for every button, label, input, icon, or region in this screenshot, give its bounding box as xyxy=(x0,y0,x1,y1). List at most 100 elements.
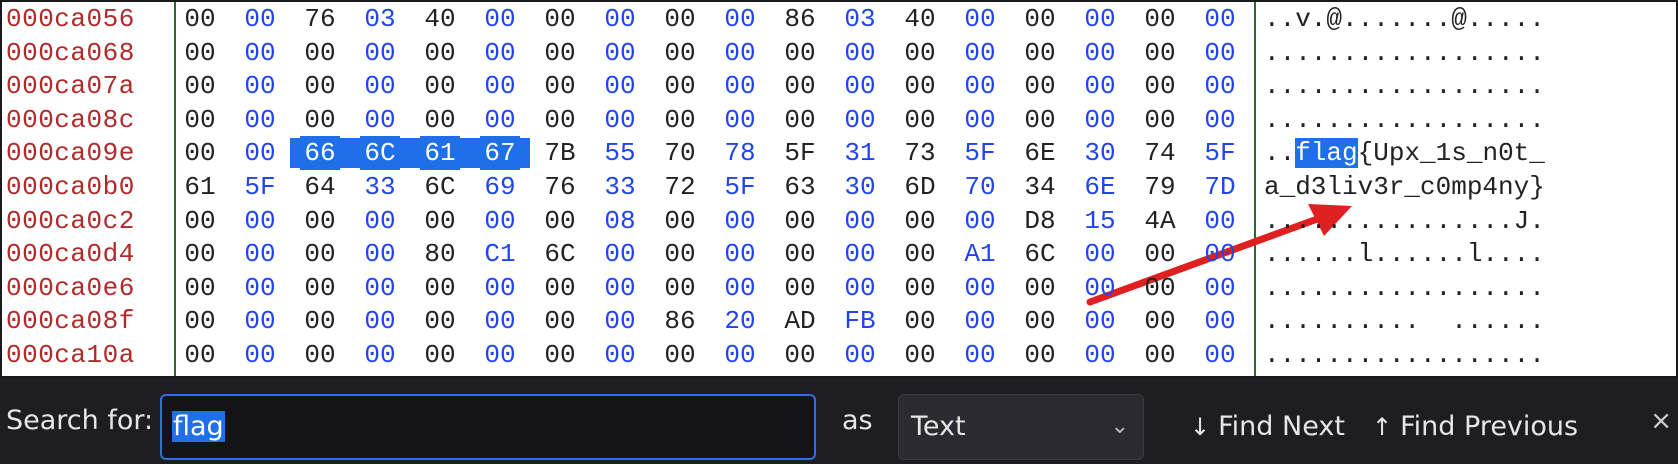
hex-byte[interactable]: 00 xyxy=(720,271,760,305)
hex-byte[interactable]: 00 xyxy=(660,338,700,372)
hex-byte[interactable]: 33 xyxy=(600,170,640,204)
hex-byte[interactable]: 00 xyxy=(180,36,220,70)
hex-byte[interactable]: 00 xyxy=(240,136,280,170)
hex-byte[interactable]: 00 xyxy=(180,304,220,338)
hex-byte[interactable]: 00 xyxy=(180,136,220,170)
hex-byte[interactable]: 00 xyxy=(780,338,820,372)
hex-byte[interactable]: 34 xyxy=(1020,170,1060,204)
hex-byte[interactable]: 00 xyxy=(660,271,700,305)
hex-byte[interactable]: 40 xyxy=(420,2,460,36)
hex-byte[interactable]: 00 xyxy=(720,36,760,70)
hex-byte[interactable]: 00 xyxy=(480,69,520,103)
hex-byte[interactable]: 00 xyxy=(720,237,760,271)
hex-byte[interactable]: 74 xyxy=(1140,136,1180,170)
hex-byte[interactable]: 00 xyxy=(900,103,940,137)
hex-byte[interactable]: 00 xyxy=(720,2,760,36)
hex-byte[interactable]: 00 xyxy=(1200,338,1240,372)
hex-byte[interactable]: 00 xyxy=(240,237,280,271)
hex-byte[interactable]: 30 xyxy=(1080,136,1120,170)
hex-byte[interactable]: 00 xyxy=(480,36,520,70)
hex-byte[interactable]: 00 xyxy=(1140,69,1180,103)
hex-byte[interactable]: 00 xyxy=(960,103,1000,137)
hex-byte[interactable]: 00 xyxy=(1200,304,1240,338)
ascii-text[interactable]: ..flag{Upx_1s_n0t_ xyxy=(1264,136,1545,170)
ascii-text[interactable]: .................. xyxy=(1264,338,1545,372)
hex-byte[interactable]: 00 xyxy=(420,103,460,137)
hex-byte[interactable]: 76 xyxy=(540,170,580,204)
hex-byte[interactable]: 00 xyxy=(720,103,760,137)
hex-byte[interactable]: 00 xyxy=(540,2,580,36)
hex-byte[interactable]: 00 xyxy=(660,2,700,36)
hex-byte[interactable]: 5F xyxy=(960,136,1000,170)
hex-byte[interactable]: A1 xyxy=(960,237,1000,271)
hex-byte[interactable]: 61 xyxy=(180,170,220,204)
hex-byte[interactable]: 00 xyxy=(420,271,460,305)
hex-byte[interactable]: 00 xyxy=(900,304,940,338)
hex-byte[interactable]: 00 xyxy=(360,237,400,271)
hex-byte[interactable]: 00 xyxy=(1140,271,1180,305)
hex-byte[interactable]: 00 xyxy=(1020,69,1060,103)
hex-byte[interactable]: 00 xyxy=(1200,103,1240,137)
hex-byte[interactable]: 00 xyxy=(1020,304,1060,338)
hex-byte[interactable]: 00 xyxy=(180,204,220,238)
hex-byte[interactable]: 86 xyxy=(660,304,700,338)
hex-byte[interactable]: 00 xyxy=(420,36,460,70)
hex-byte[interactable]: 7B xyxy=(540,136,580,170)
hex-byte[interactable]: 00 xyxy=(360,204,400,238)
hex-byte[interactable]: 6E xyxy=(1020,136,1060,170)
hex-byte[interactable]: 00 xyxy=(300,271,340,305)
ascii-text[interactable]: .................. xyxy=(1264,103,1545,137)
hex-byte[interactable]: 6C xyxy=(420,170,460,204)
hex-byte[interactable]: 00 xyxy=(480,2,520,36)
hex-byte[interactable]: 00 xyxy=(540,204,580,238)
hex-byte[interactable]: 6E xyxy=(1080,170,1120,204)
hex-byte[interactable]: 00 xyxy=(240,338,280,372)
hex-byte[interactable]: 00 xyxy=(780,69,820,103)
hex-byte[interactable]: 00 xyxy=(540,304,580,338)
hex-byte[interactable]: 00 xyxy=(1080,103,1120,137)
hex-byte[interactable]: 00 xyxy=(960,338,1000,372)
hex-byte[interactable]: FB xyxy=(840,304,880,338)
hex-byte[interactable]: 00 xyxy=(1020,36,1060,70)
find-previous-button[interactable]: ↑ Find Previous xyxy=(1372,394,1578,460)
hex-byte[interactable]: 00 xyxy=(1140,304,1180,338)
hex-byte[interactable]: 00 xyxy=(780,36,820,70)
hex-byte[interactable]: 00 xyxy=(540,338,580,372)
hex-byte[interactable]: 00 xyxy=(840,103,880,137)
hex-byte[interactable]: 30 xyxy=(840,170,880,204)
hex-byte[interactable]: 6D xyxy=(900,170,940,204)
hex-byte[interactable]: 00 xyxy=(1140,338,1180,372)
hex-byte[interactable]: 00 xyxy=(1140,103,1180,137)
hex-byte[interactable]: D8 xyxy=(1020,204,1060,238)
hex-byte[interactable]: 00 xyxy=(1140,2,1180,36)
hex-byte[interactable]: 00 xyxy=(660,204,700,238)
hex-byte[interactable]: 00 xyxy=(900,69,940,103)
hex-byte[interactable]: 00 xyxy=(300,304,340,338)
hex-byte[interactable]: 08 xyxy=(600,204,640,238)
hex-byte[interactable]: 00 xyxy=(1140,237,1180,271)
hex-byte[interactable]: 5F xyxy=(1200,136,1240,170)
hex-byte[interactable]: 00 xyxy=(660,36,700,70)
hex-byte[interactable]: 00 xyxy=(780,204,820,238)
hex-byte[interactable]: 79 xyxy=(1140,170,1180,204)
hex-byte[interactable]: 72 xyxy=(660,170,700,204)
hex-byte[interactable]: 00 xyxy=(480,103,520,137)
hex-byte[interactable]: 00 xyxy=(480,338,520,372)
hex-byte[interactable]: 00 xyxy=(840,204,880,238)
hex-byte[interactable]: 00 xyxy=(600,338,640,372)
hex-byte[interactable]: 80 xyxy=(420,237,460,271)
hex-byte[interactable]: 76 xyxy=(300,2,340,36)
hex-byte[interactable]: 00 xyxy=(240,69,280,103)
hex-byte[interactable]: 00 xyxy=(180,69,220,103)
search-input[interactable]: flag xyxy=(160,394,816,460)
hex-byte[interactable]: 00 xyxy=(300,338,340,372)
hex-byte[interactable]: 70 xyxy=(660,136,700,170)
hex-byte[interactable]: 00 xyxy=(1080,2,1120,36)
hex-byte[interactable]: 00 xyxy=(1080,271,1120,305)
close-icon[interactable]: × xyxy=(1650,378,1672,464)
hex-byte[interactable]: 00 xyxy=(300,36,340,70)
hex-byte[interactable]: 78 xyxy=(720,136,760,170)
hex-byte[interactable]: 7D xyxy=(1200,170,1240,204)
hex-byte[interactable]: 00 xyxy=(600,103,640,137)
hex-byte[interactable]: 33 xyxy=(360,170,400,204)
